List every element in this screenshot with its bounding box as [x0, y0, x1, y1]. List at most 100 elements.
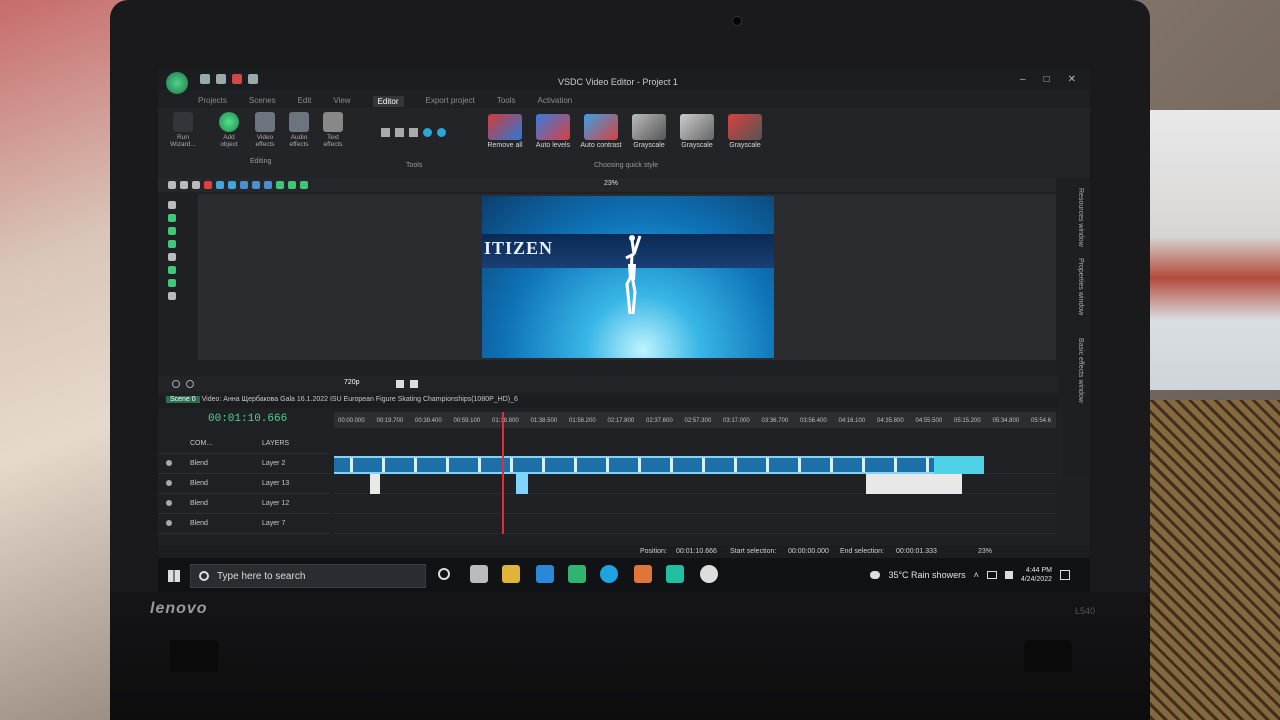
video-clip-tail[interactable]	[934, 456, 984, 474]
clock[interactable]: 4:44 PM 4/24/2022	[1021, 566, 1052, 584]
edge-icon[interactable]	[600, 565, 618, 583]
blend-select[interactable]: Blend	[190, 460, 208, 467]
store-icon[interactable]	[536, 565, 554, 583]
shape-icon[interactable]	[168, 240, 176, 248]
cortana-icon[interactable]	[438, 568, 450, 580]
clip[interactable]	[516, 474, 528, 494]
play-icon[interactable]	[396, 380, 404, 388]
vsdc-logo-icon[interactable]	[166, 72, 188, 94]
text-effects-button[interactable]: Text effects	[318, 112, 348, 148]
network-icon[interactable]	[986, 571, 997, 579]
file-tab[interactable]: Scene 0 Video: Анна Щербакова Gala 16.1.…	[158, 396, 1058, 408]
blend-select[interactable]: Blend	[190, 520, 208, 527]
new-icon[interactable]	[200, 74, 210, 84]
eye-icon[interactable]	[166, 520, 172, 526]
undo-icon[interactable]	[248, 74, 258, 84]
mail-icon[interactable]	[568, 565, 586, 583]
windows-start-icon[interactable]	[168, 570, 180, 582]
run-wizard-button[interactable]: Run Wizard...	[168, 112, 198, 148]
rotate-right-icon[interactable]	[436, 128, 446, 137]
file-explorer-icon[interactable]	[502, 565, 520, 583]
clip[interactable]	[370, 474, 380, 494]
style-grayscale-3[interactable]: Grayscale	[724, 114, 766, 149]
text-icon[interactable]	[168, 253, 176, 261]
status-zoom[interactable]: 23%	[978, 548, 992, 555]
menu-editor[interactable]: Editor	[372, 96, 404, 107]
video-clip[interactable]	[334, 456, 984, 474]
move-up-icon[interactable]	[276, 181, 284, 189]
track-header[interactable]: Blend Layer 2	[158, 454, 330, 474]
eye-icon[interactable]	[166, 500, 172, 506]
blend-select[interactable]: Blend	[190, 480, 208, 487]
align-icon[interactable]	[264, 181, 272, 189]
style-grayscale-2[interactable]: Grayscale	[676, 114, 718, 149]
layer-icon[interactable]	[300, 181, 308, 189]
eye-icon[interactable]	[166, 480, 172, 486]
menu-activation[interactable]: Activation	[538, 96, 573, 107]
menu-scenes[interactable]: Scenes	[249, 96, 276, 107]
shape-icon[interactable]	[168, 227, 176, 235]
style-remove-all[interactable]: Remove all	[484, 114, 526, 149]
track-header[interactable]: Blend Layer 12	[158, 494, 330, 514]
track-header[interactable]: Blend Layer 13	[158, 474, 330, 494]
blend-select[interactable]: Blend	[190, 500, 208, 507]
delete-icon[interactable]	[204, 181, 212, 189]
video-preview[interactable]: ITIZEN	[482, 196, 774, 358]
menu-edit[interactable]: Edit	[298, 96, 312, 107]
menu-view[interactable]: View	[333, 96, 350, 107]
shape-icon[interactable]	[168, 266, 176, 274]
align-icon[interactable]	[240, 181, 248, 189]
close-button[interactable]: ✕	[1068, 74, 1076, 85]
move-icon[interactable]	[168, 292, 176, 300]
rotate-left-icon[interactable]	[422, 128, 432, 137]
cut-tool-icon[interactable]	[380, 128, 390, 137]
shape-icon[interactable]	[168, 279, 176, 287]
style-auto-contrast[interactable]: Auto contrast	[580, 114, 622, 149]
shape-icon[interactable]	[168, 214, 176, 222]
style-grayscale-1[interactable]: Grayscale	[628, 114, 670, 149]
redo-icon[interactable]	[228, 181, 236, 189]
resolution-select[interactable]: 720p	[344, 379, 360, 386]
eye-icon[interactable]	[166, 460, 172, 466]
audio-effects-button[interactable]: Audio effects	[284, 112, 314, 148]
scene-tab[interactable]: Scene 0	[166, 396, 200, 403]
menu-projects[interactable]: Projects	[198, 96, 227, 107]
minimize-button[interactable]: –	[1020, 74, 1026, 85]
cut-icon[interactable]	[168, 181, 176, 189]
undo-icon[interactable]	[216, 181, 224, 189]
paste-icon[interactable]	[192, 181, 200, 189]
playhead[interactable]	[502, 412, 504, 534]
style-auto-levels[interactable]: Auto levels	[532, 114, 574, 149]
app-icon[interactable]	[700, 565, 718, 583]
time-ruler[interactable]: 00:00.000 00:19.700 00:39.400 00:59.100 01:1…	[334, 412, 1056, 428]
maximize-button[interactable]: □	[1044, 74, 1050, 85]
zoom-in-icon[interactable]	[172, 380, 180, 388]
tab-basic-effects-window[interactable]: Basic effects window	[1077, 338, 1084, 403]
volume-icon[interactable]	[1004, 571, 1013, 579]
taskbar-search[interactable]: Type here to search	[190, 564, 426, 588]
menu-tools[interactable]: Tools	[497, 96, 516, 107]
stop-icon[interactable]	[410, 380, 418, 388]
zoom-out-icon[interactable]	[186, 380, 194, 388]
track-header[interactable]: Blend Layer 7	[158, 514, 330, 534]
split-tool-icon[interactable]	[408, 128, 418, 137]
tab-resources-window[interactable]: Resources window	[1077, 188, 1084, 247]
pointer-icon[interactable]	[168, 201, 176, 209]
chevron-up-icon[interactable]: ˄	[974, 570, 979, 580]
align-icon[interactable]	[252, 181, 260, 189]
clip[interactable]	[866, 474, 962, 494]
menu-export-project[interactable]: Export project	[426, 96, 475, 107]
move-down-icon[interactable]	[288, 181, 296, 189]
notification-icon[interactable]	[1060, 570, 1070, 580]
task-view-icon[interactable]	[470, 565, 488, 583]
weather-text[interactable]: 35°C Rain showers	[888, 570, 965, 580]
vsdc-taskbar-icon[interactable]	[666, 565, 684, 583]
zoom-readout[interactable]: 23%	[604, 180, 618, 187]
copy-icon[interactable]	[180, 181, 188, 189]
video-effects-button[interactable]: Video effects	[250, 112, 280, 148]
crop-tool-icon[interactable]	[394, 128, 404, 137]
app-icon[interactable]	[634, 565, 652, 583]
add-object-button[interactable]: Add object	[214, 112, 244, 148]
tab-properties-window[interactable]: Properties window	[1077, 258, 1084, 315]
open-icon[interactable]	[216, 74, 226, 84]
